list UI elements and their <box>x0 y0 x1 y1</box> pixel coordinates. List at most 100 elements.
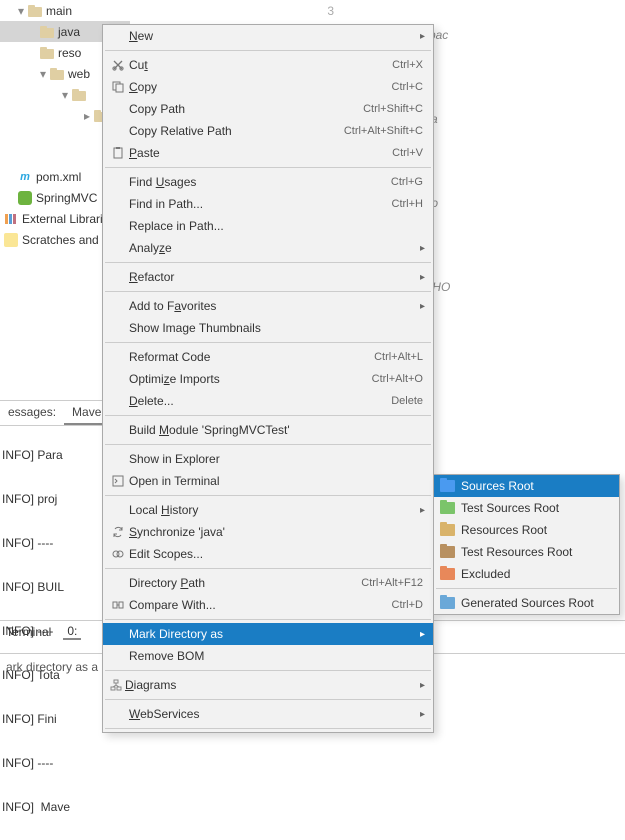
menu-separator <box>105 619 431 620</box>
shortcut: Ctrl+H <box>392 198 423 210</box>
shortcut: Ctrl+Alt+O <box>372 373 423 385</box>
menu-separator <box>105 444 431 445</box>
mark-directory-submenu: Sources Root Test Sources Root Resources… <box>433 474 620 615</box>
shortcut: Ctrl+D <box>392 599 423 611</box>
menu-separator <box>105 415 431 416</box>
menu-separator <box>105 342 431 343</box>
menu-diagrams[interactable]: Diagrams ▸ <box>103 674 433 696</box>
menu-separator <box>105 670 431 671</box>
folder-icon <box>40 47 54 59</box>
menu-edit-scopes[interactable]: Edit Scopes... <box>103 543 433 565</box>
menu-add-favorites[interactable]: Add to Favorites ▸ <box>103 295 433 317</box>
tree-label: reso <box>58 46 81 60</box>
submenu-arrow-icon: ▸ <box>420 243 425 254</box>
menu-reformat[interactable]: Reformat Code Ctrl+Alt+L <box>103 346 433 368</box>
console-line: INFO] ---- <box>2 536 53 550</box>
folder-sources-icon <box>440 480 455 492</box>
menu-delete[interactable]: Delete... Delete <box>103 390 433 412</box>
console-line: INFO] BUIL <box>2 580 64 594</box>
shortcut: Delete <box>391 395 423 407</box>
console-line: INFO] Mave <box>2 800 70 814</box>
clipboard-icon <box>109 147 127 159</box>
diagrams-icon <box>109 678 123 692</box>
submenu-label: Test Resources Root <box>461 545 572 559</box>
shortcut: Ctrl+Shift+C <box>363 103 423 115</box>
menu-cut[interactable]: Cut Ctrl+X <box>103 54 433 76</box>
shortcut: Ctrl+G <box>391 176 423 188</box>
menu-show-thumbnails[interactable]: Show Image Thumbnails <box>103 317 433 339</box>
submenu-test-sources-root[interactable]: Test Sources Root <box>434 497 619 519</box>
menu-remove-bom[interactable]: Remove BOM <box>103 645 433 667</box>
terminal-label[interactable]: Terminal <box>6 625 51 639</box>
terminal-tab[interactable]: 0: <box>63 624 81 640</box>
menu-separator <box>105 728 431 729</box>
tree-label: pom.xml <box>36 170 81 184</box>
folder-icon <box>50 68 64 80</box>
menu-separator <box>105 50 431 51</box>
menu-open-terminal[interactable]: Open in Terminal <box>103 470 433 492</box>
menu-separator <box>105 167 431 168</box>
submenu-label: Test Sources Root <box>461 501 559 515</box>
menu-copy-path[interactable]: Copy Path Ctrl+Shift+C <box>103 98 433 120</box>
folder-icon <box>28 5 42 17</box>
menu-find-in-path[interactable]: Find in Path... Ctrl+H <box>103 193 433 215</box>
status-text: ark directory as a <box>6 660 98 674</box>
terminal-icon <box>109 475 127 487</box>
submenu-arrow-icon: ▸ <box>420 301 425 312</box>
menu-refactor[interactable]: Refactor ▸ <box>103 266 433 288</box>
menu-analyze[interactable]: Analyze ▸ <box>103 237 433 259</box>
submenu-test-resources-root[interactable]: Test Resources Root <box>434 541 619 563</box>
folder-excluded-icon <box>440 568 455 580</box>
spring-icon <box>18 191 32 205</box>
menu-directory-path[interactable]: Directory Path Ctrl+Alt+F12 <box>103 572 433 594</box>
submenu-arrow-icon: ▸ <box>420 31 425 42</box>
menu-separator <box>105 699 431 700</box>
submenu-arrow-icon: ▸ <box>420 505 425 516</box>
chevron-down-icon: ▾ <box>62 88 72 102</box>
menu-copy-rel-path[interactable]: Copy Relative Path Ctrl+Alt+Shift+C <box>103 120 433 142</box>
shortcut: Ctrl+Alt+L <box>374 351 423 363</box>
menu-separator <box>105 495 431 496</box>
submenu-generated-sources-root[interactable]: Generated Sources Root <box>434 592 619 614</box>
tree-label: main <box>46 4 72 18</box>
menu-separator <box>105 262 431 263</box>
context-menu: New ▸ Cut Ctrl+X Copy Ctrl+C Copy Path C… <box>102 24 434 733</box>
shortcut: Ctrl+C <box>392 81 423 93</box>
menu-separator <box>105 568 431 569</box>
menu-mark-directory-as[interactable]: Mark Directory as ▸ <box>103 623 433 645</box>
shortcut: Ctrl+X <box>392 59 423 71</box>
menu-paste[interactable]: Paste Ctrl+V <box>103 142 433 164</box>
console-line: INFO] Fini <box>2 712 57 726</box>
sync-icon <box>109 526 127 538</box>
submenu-resources-root[interactable]: Resources Root <box>434 519 619 541</box>
menu-optimize-imports[interactable]: Optimize Imports Ctrl+Alt+O <box>103 368 433 390</box>
menu-compare-with[interactable]: Compare With... Ctrl+D <box>103 594 433 616</box>
chevron-right-icon: ▸ <box>84 109 94 123</box>
tree-folder-main[interactable]: ▾ main <box>0 0 130 21</box>
folder-resources-icon <box>440 524 455 536</box>
menu-webservices[interactable]: WebServices ▸ <box>103 703 433 725</box>
menu-build-module[interactable]: Build Module 'SpringMVCTest' <box>103 419 433 441</box>
copy-icon <box>109 81 127 93</box>
menu-synchronize[interactable]: Synchronize 'java' <box>103 521 433 543</box>
scopes-icon <box>109 548 127 560</box>
submenu-label: Generated Sources Root <box>461 596 594 610</box>
menu-show-explorer[interactable]: Show in Explorer <box>103 448 433 470</box>
menu-local-history[interactable]: Local History ▸ <box>103 499 433 521</box>
submenu-arrow-icon: ▸ <box>420 629 425 640</box>
menu-find-usages[interactable]: Find Usages Ctrl+G <box>103 171 433 193</box>
scissors-icon <box>109 59 127 71</box>
submenu-arrow-icon: ▸ <box>420 709 425 720</box>
menu-new[interactable]: New ▸ <box>103 25 433 47</box>
folder-icon <box>72 89 86 101</box>
folder-test-resources-icon <box>440 546 455 558</box>
submenu-excluded[interactable]: Excluded <box>434 563 619 585</box>
library-icon <box>4 212 18 226</box>
tree-label: External Librari <box>22 212 103 226</box>
folder-icon <box>40 26 54 38</box>
menu-copy[interactable]: Copy Ctrl+C <box>103 76 433 98</box>
menu-replace-in-path[interactable]: Replace in Path... <box>103 215 433 237</box>
submenu-sources-root[interactable]: Sources Root <box>434 475 619 497</box>
tree-label: SpringMVC <box>36 191 97 205</box>
chevron-down-icon: ▾ <box>18 4 28 18</box>
